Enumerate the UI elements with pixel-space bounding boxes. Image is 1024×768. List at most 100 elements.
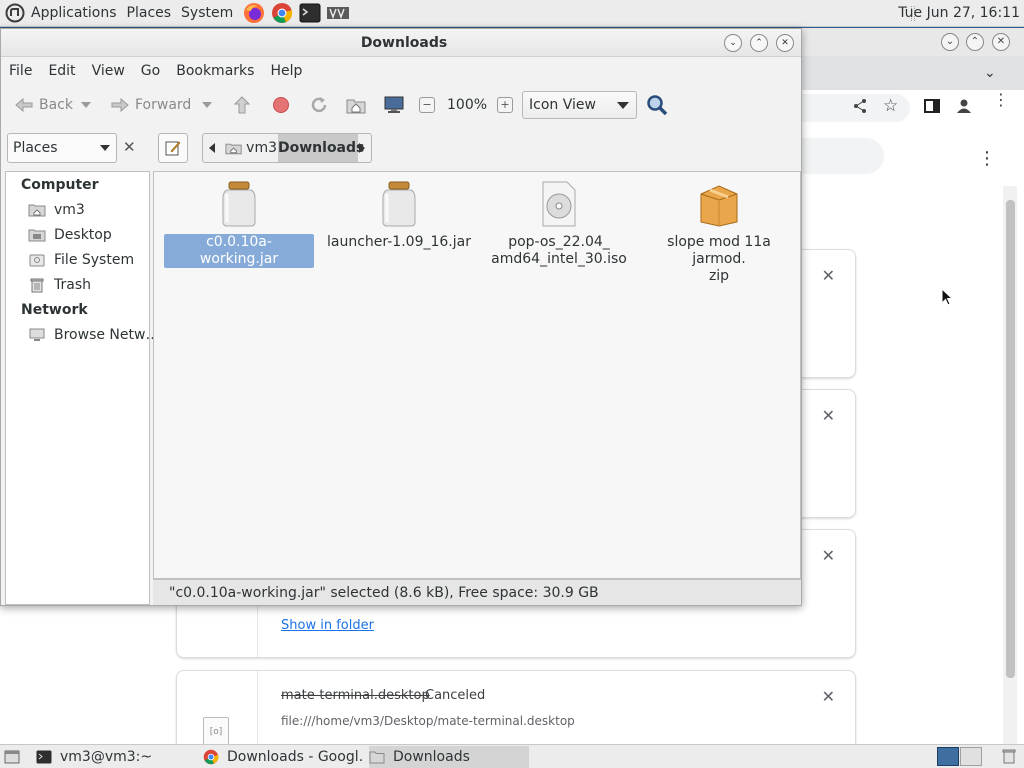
sidebar-heading-computer: Computer: [21, 177, 99, 193]
profile-icon[interactable]: [956, 98, 972, 118]
search-icon: [646, 94, 668, 116]
computer-button[interactable]: [383, 86, 405, 124]
dropdown-caret-icon: [617, 102, 629, 109]
trash-icon[interactable]: [1002, 748, 1016, 768]
sidebar-item-label: Desktop: [54, 227, 112, 243]
remove-download-icon[interactable]: ✕: [822, 546, 835, 565]
home-folder-icon: [345, 94, 367, 116]
sidebar-item-browse-network[interactable]: Browse Netw…: [28, 324, 159, 346]
terminal-icon: [36, 749, 52, 765]
toggle-location-entry-button[interactable]: [158, 133, 188, 163]
window-title: Downloads: [360, 35, 448, 51]
terminal-icon[interactable]: [298, 1, 322, 25]
bookmark-star-icon[interactable]: ☆: [883, 96, 898, 116]
breadcrumb-home-label: vm3: [246, 140, 277, 156]
show-in-folder-link[interactable]: Show in folder: [281, 618, 374, 633]
show-desktop-button[interactable]: [4, 746, 26, 768]
downloads-menu-icon[interactable]: ⋮: [978, 148, 996, 169]
taskbar-item-downloads[interactable]: Downloads: [369, 746, 529, 768]
browser-scrollbar[interactable]: [1003, 186, 1017, 744]
stop-button[interactable]: [270, 86, 292, 124]
reload-icon: [308, 94, 330, 116]
browser-menu-icon[interactable]: ⋮: [993, 92, 1009, 108]
up-button[interactable]: [231, 86, 253, 124]
breadcrumb-home[interactable]: vm3: [225, 134, 277, 162]
remove-download-icon[interactable]: ✕: [822, 266, 835, 285]
clock[interactable]: Tue Jun 27, 16:11: [898, 0, 1020, 27]
forward-button[interactable]: Forward: [109, 86, 191, 124]
disc-image-icon: [535, 180, 583, 228]
desktop-folder-icon: [28, 227, 46, 243]
sidebar-heading-network: Network: [21, 302, 88, 318]
firefox-icon[interactable]: [242, 1, 266, 25]
forward-history-dropdown[interactable]: [202, 86, 212, 124]
remove-download-icon[interactable]: ✕: [822, 687, 835, 706]
edit-icon: [165, 141, 181, 156]
back-button[interactable]: Back: [13, 86, 73, 124]
virtual-machine-icon[interactable]: [326, 1, 350, 25]
zoom-in-button[interactable]: +: [497, 86, 513, 124]
zoom-out-button[interactable]: −: [419, 86, 435, 124]
jar-icon: [375, 180, 423, 228]
system-menu[interactable]: System: [176, 0, 238, 27]
home-button[interactable]: [345, 86, 367, 124]
mate-logo-icon[interactable]: [4, 2, 26, 24]
file-icon-view[interactable]: c0.0.10a-working.jar launcher-1.09_16.ja…: [153, 171, 801, 579]
path-right-arrow-icon[interactable]: [359, 143, 365, 153]
file-name: launcher-1.09_16.jar: [327, 234, 471, 250]
sidebar-item-vm3[interactable]: vm3: [28, 199, 85, 221]
applications-menu[interactable]: Applications: [26, 0, 122, 27]
side-pane-select[interactable]: Places: [7, 133, 117, 163]
back-history-dropdown[interactable]: [81, 86, 91, 124]
remove-download-icon[interactable]: ✕: [822, 406, 835, 425]
file-item[interactable]: pop-os_22.04_ amd64_intel_30.iso: [484, 180, 634, 268]
places-menu[interactable]: Places: [122, 0, 177, 27]
taskbar-item-label: vm3@vm3:~: [60, 749, 153, 765]
menu-help[interactable]: Help: [262, 63, 310, 79]
sidebar-item-desktop[interactable]: Desktop: [28, 224, 112, 246]
show-desktop-icon: [4, 749, 20, 765]
scrollbar-thumb[interactable]: [1006, 200, 1015, 678]
location-bar: Places ✕ vm3 Downloads: [1, 129, 801, 169]
menu-file[interactable]: File: [1, 63, 40, 79]
taskbar-item-chrome[interactable]: Downloads - Googl…: [203, 746, 363, 768]
sidebar-item-file-system[interactable]: File System: [28, 249, 134, 271]
view-mode-label: Icon View: [529, 97, 596, 113]
share-icon[interactable]: [852, 98, 868, 118]
menu-go[interactable]: Go: [133, 63, 168, 79]
workspace-2[interactable]: [960, 747, 982, 766]
file-item[interactable]: c0.0.10a-working.jar: [164, 180, 314, 268]
sidebar-item-trash[interactable]: Trash: [28, 274, 91, 296]
breadcrumb-current[interactable]: Downloads: [278, 134, 364, 162]
tab-search-chevron-icon[interactable]: ⌄: [984, 65, 996, 81]
view-mode-select[interactable]: Icon View: [522, 91, 637, 119]
titlebar[interactable]: Downloads ⌄ ⌃ ✕: [1, 29, 801, 57]
maximize-button[interactable]: ⌃: [750, 34, 768, 52]
back-arrow-icon: [13, 94, 35, 116]
close-side-pane-icon[interactable]: ✕: [123, 138, 136, 156]
menu-edit[interactable]: Edit: [40, 63, 83, 79]
maximize-button[interactable]: ⌃: [966, 33, 984, 51]
chrome-icon: [203, 749, 219, 765]
file-item[interactable]: launcher-1.09_16.jar: [324, 180, 474, 251]
search-button[interactable]: [646, 86, 668, 124]
workspace-1[interactable]: [937, 747, 959, 766]
chrome-icon[interactable]: [270, 1, 294, 25]
download-filename[interactable]: mate-terminal.desktop: [281, 688, 430, 703]
side-panel-icon[interactable]: [924, 99, 940, 117]
menu-view[interactable]: View: [84, 63, 133, 79]
home-folder-icon: [225, 143, 242, 155]
zoom-level[interactable]: 100%: [447, 86, 487, 124]
taskbar-item-terminal[interactable]: vm3@vm3:~: [36, 746, 196, 768]
path-left-arrow-icon[interactable]: [209, 143, 215, 153]
downloads-search-field[interactable]: [800, 138, 884, 174]
close-button[interactable]: ✕: [776, 34, 794, 52]
reload-button[interactable]: [308, 86, 330, 124]
menu-bookmarks[interactable]: Bookmarks: [168, 63, 262, 79]
status-bar: "c0.0.10a-working.jar" selected (8.6 kB)…: [153, 579, 801, 605]
menu-bar: File Edit View Go Bookmarks Help: [1, 58, 801, 84]
file-item[interactable]: slope mod 11a jarmod. zip: [644, 180, 794, 285]
close-button[interactable]: ✕: [992, 33, 1010, 51]
minimize-button[interactable]: ⌄: [941, 33, 959, 51]
minimize-button[interactable]: ⌄: [724, 34, 742, 52]
